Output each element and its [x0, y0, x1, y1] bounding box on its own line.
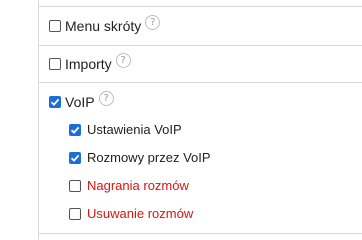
- checkbox-usuwanie-rozmow[interactable]: [69, 208, 81, 220]
- permission-row-menu-skroty[interactable]: Menu skróty ?: [49, 14, 161, 35]
- permission-subrow-usuwanie-rozmow[interactable]: Usuwanie rozmów: [69, 205, 193, 223]
- divider: [38, 233, 362, 234]
- permission-label: Nagrania rozmów: [87, 178, 189, 193]
- divider: [38, 45, 362, 46]
- help-icon[interactable]: ?: [115, 52, 131, 68]
- permission-row-importy[interactable]: Importy ?: [49, 52, 131, 73]
- permission-label: Menu skróty: [65, 18, 142, 34]
- checkbox-rozmowy-voip[interactable]: [69, 152, 81, 164]
- divider: [38, 6, 362, 7]
- permissions-panel: Menu skróty ? Importy ? VoIP ? Ustawieni…: [0, 0, 362, 240]
- help-icon[interactable]: ?: [145, 14, 161, 30]
- permission-row-voip[interactable]: VoIP ?: [49, 90, 114, 111]
- left-border: [38, 0, 39, 240]
- permission-subrow-rozmowy-voip[interactable]: Rozmowy przez VoIP: [69, 149, 211, 167]
- permission-label: VoIP: [65, 94, 95, 110]
- permission-subrow-ustawienia-voip[interactable]: Ustawienia VoIP: [69, 121, 182, 139]
- checkbox-ustawienia-voip[interactable]: [69, 124, 81, 136]
- checkbox-menu-skroty[interactable]: [49, 20, 61, 32]
- permission-subrow-nagrania-rozmow[interactable]: Nagrania rozmów: [69, 177, 189, 195]
- permission-label: Usuwanie rozmów: [87, 206, 194, 221]
- permission-label: Ustawienia VoIP: [87, 122, 182, 137]
- checkbox-nagrania-rozmow[interactable]: [69, 180, 81, 192]
- help-icon[interactable]: ?: [98, 90, 114, 106]
- divider: [38, 82, 362, 83]
- checkbox-importy[interactable]: [49, 58, 61, 70]
- permission-label: Rozmowy przez VoIP: [87, 150, 211, 165]
- checkbox-voip[interactable]: [49, 96, 61, 108]
- permission-label: Importy: [65, 56, 112, 72]
